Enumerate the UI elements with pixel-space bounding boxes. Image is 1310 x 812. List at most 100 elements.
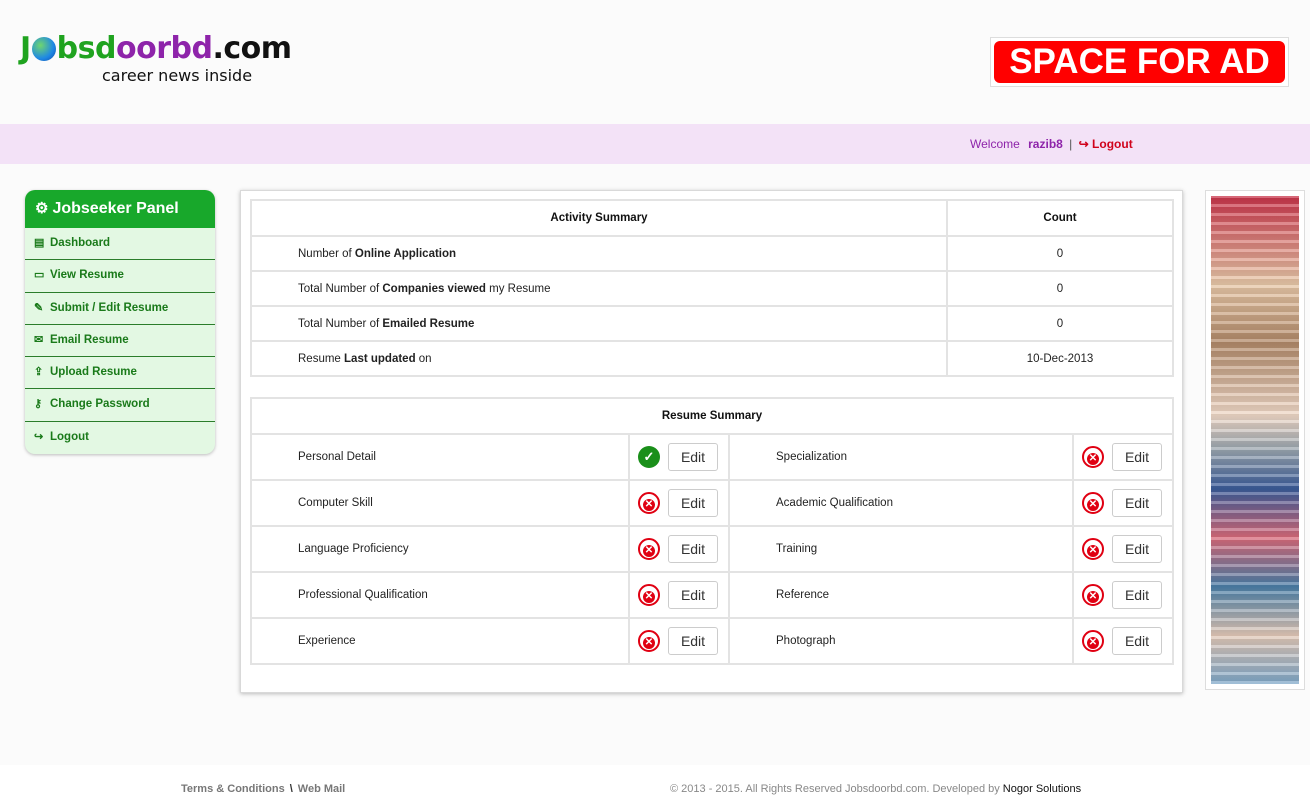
table-row: Personal Detail ✓ Edit Specialization ✕ Edit [250, 433, 1174, 481]
welcome-bar: Welcome razib8 | ↪ Logout [0, 124, 1310, 164]
resume-section-label: Specialization [728, 433, 1074, 481]
x-circle-icon: ✕ [1082, 630, 1104, 652]
sidebar-item-email-resume[interactable]: ✉ Email Resume [25, 325, 215, 358]
sidebar-item-upload-resume[interactable]: ⇪ Upload Resume [25, 357, 215, 390]
resume-section-label: Personal Detail [250, 433, 630, 481]
resume-section-actions: ✕ Edit [1072, 571, 1174, 619]
resume-section-label: Language Proficiency [250, 525, 630, 573]
gears-icon: ⚙ [35, 200, 49, 217]
resume-section-label: Computer Skill [250, 479, 630, 527]
header-logout-label: Logout [1092, 137, 1133, 151]
table-row: Resume Last updated on 10-Dec-2013 [250, 340, 1174, 377]
resume-section-actions: ✕ Edit [1072, 617, 1174, 665]
edit-icon: ✎ [34, 301, 44, 314]
activity-label-pre: Total Number of [298, 317, 383, 330]
activity-count: 10-Dec-2013 [946, 340, 1174, 377]
header-logout-link[interactable]: ↪ Logout [1079, 137, 1133, 151]
resume-section-actions: ✕ Edit [1072, 479, 1174, 527]
activity-label-post: on [415, 352, 432, 365]
activity-label-bold: Last updated [344, 352, 416, 365]
footer-separator: \ [289, 783, 293, 795]
ad-banner-text: SPACE FOR AD [994, 41, 1285, 83]
sign-out-icon: ↪ [1078, 137, 1089, 151]
x-circle-icon: ✕ [638, 492, 660, 514]
ad-banner[interactable]: SPACE FOR AD [990, 37, 1289, 87]
webmail-link[interactable]: Web Mail [298, 783, 345, 795]
activity-count: 0 [946, 235, 1174, 272]
sidebar-item-submit-edit-resume[interactable]: ✎ Submit / Edit Resume [25, 293, 215, 325]
sidebar-item-label: Change Password [50, 398, 150, 411]
username: razib8 [1028, 137, 1063, 151]
sign-out-icon: ↪ [34, 430, 44, 443]
edit-button[interactable]: Edit [668, 581, 718, 609]
activity-label-bold: Emailed Resume [382, 317, 475, 330]
resume-section-label: Training [728, 525, 1074, 573]
resume-section-actions: ✕ Edit [1072, 433, 1174, 481]
key-icon: ⚷ [34, 398, 43, 411]
activity-label-pre: Total Number of [298, 282, 383, 295]
panel-title-text: Jobseeker Panel [52, 200, 179, 217]
activity-label-post: my Resume [485, 282, 551, 295]
site-logo[interactable]: Jbsdoorbd.com career news inside [20, 30, 330, 90]
sidebar-item-label: Dashboard [50, 237, 111, 249]
edit-button[interactable]: Edit [1112, 443, 1162, 471]
activity-summary-header: Activity Summary [250, 199, 948, 237]
edit-button[interactable]: Edit [668, 489, 718, 517]
credit-card-icon: ▭ [34, 269, 45, 282]
developer-link[interactable]: Nogor Solutions [1003, 783, 1081, 795]
jobseeker-panel: ⚙ Jobseeker Panel ▤ Dashboard ▭ View Resume… [25, 190, 215, 454]
dashboard-main: Activity Summary Count Number of Online … [240, 190, 1183, 693]
side-advert-image[interactable] [1205, 190, 1305, 690]
resume-section-actions: ✕ Edit [628, 525, 730, 573]
count-header: Count [946, 199, 1174, 237]
x-circle-icon: ✕ [638, 538, 660, 560]
x-circle-icon: ✕ [1082, 492, 1104, 514]
x-circle-icon: ✕ [1082, 446, 1104, 468]
sidebar-item-view-resume[interactable]: ▭ View Resume [25, 260, 215, 293]
activity-label-pre: Resume [298, 352, 345, 365]
logo-wordmark: Jbsdoorbd.com [20, 31, 292, 66]
welcome-message: Welcome razib8 | ↪ Logout [970, 137, 1133, 151]
site-footer: Terms & Conditions \ Web Mail © 2013 - 201… [0, 765, 1310, 812]
activity-label-bold: Companies viewed [382, 282, 486, 295]
welcome-label: Welcome [970, 137, 1020, 151]
resume-section-label: Academic Qualification [728, 479, 1074, 527]
dashboard-icon: ▤ [34, 237, 45, 249]
sidebar-item-label: Upload Resume [50, 366, 137, 379]
resume-section-actions: ✕ Edit [628, 571, 730, 619]
sidebar-item-dashboard[interactable]: ▤ Dashboard [25, 228, 215, 261]
edit-button[interactable]: Edit [668, 627, 718, 655]
edit-button[interactable]: Edit [1112, 581, 1162, 609]
sidebar-item-label: Logout [50, 430, 89, 443]
x-circle-icon: ✕ [1082, 584, 1104, 606]
site-header: Jbsdoorbd.com career news inside SPACE F… [0, 0, 1310, 124]
sidebar-item-logout[interactable]: ↪ Logout [25, 422, 215, 454]
separator: | [1069, 137, 1073, 151]
logo-tagline: career news inside [102, 66, 253, 85]
activity-label: Total Number of Companies viewed my Resu… [250, 270, 948, 307]
resume-summary-table: Resume Summary Personal Detail ✓ Edit Speci… [250, 397, 1174, 665]
activity-count: 0 [946, 270, 1174, 307]
activity-summary-table: Activity Summary Count Number of Online … [250, 199, 1174, 377]
terms-link[interactable]: Terms & Conditions [181, 783, 285, 795]
table-row: Total Number of Emailed Resume 0 [250, 305, 1174, 342]
sidebar-item-change-password[interactable]: ⚷ Change Password [25, 389, 215, 422]
edit-button[interactable]: Edit [1112, 535, 1162, 563]
check-circle-icon: ✓ [638, 446, 660, 468]
footer-links: Terms & Conditions \ Web Mail [181, 783, 345, 795]
sidebar-item-label: Submit / Edit Resume [50, 301, 169, 314]
resume-section-label: Professional Qualification [250, 571, 630, 619]
copyright: © 2013 - 2015. All Rights Reserved Jobsd… [670, 783, 1081, 795]
resume-section-actions: ✕ Edit [628, 617, 730, 665]
copyright-text: © 2013 - 2015. All Rights Reserved Jobsd… [670, 783, 1003, 795]
activity-label-pre: Number of [298, 247, 355, 260]
activity-count: 0 [946, 305, 1174, 342]
edit-button[interactable]: Edit [668, 535, 718, 563]
activity-label: Number of Online Application [250, 235, 948, 272]
x-circle-icon: ✕ [638, 630, 660, 652]
edit-button[interactable]: Edit [1112, 489, 1162, 517]
table-row: Professional Qualification ✕ Edit Reference… [250, 571, 1174, 619]
clothes-photo [1211, 196, 1299, 684]
edit-button[interactable]: Edit [668, 443, 718, 471]
edit-button[interactable]: Edit [1112, 627, 1162, 655]
